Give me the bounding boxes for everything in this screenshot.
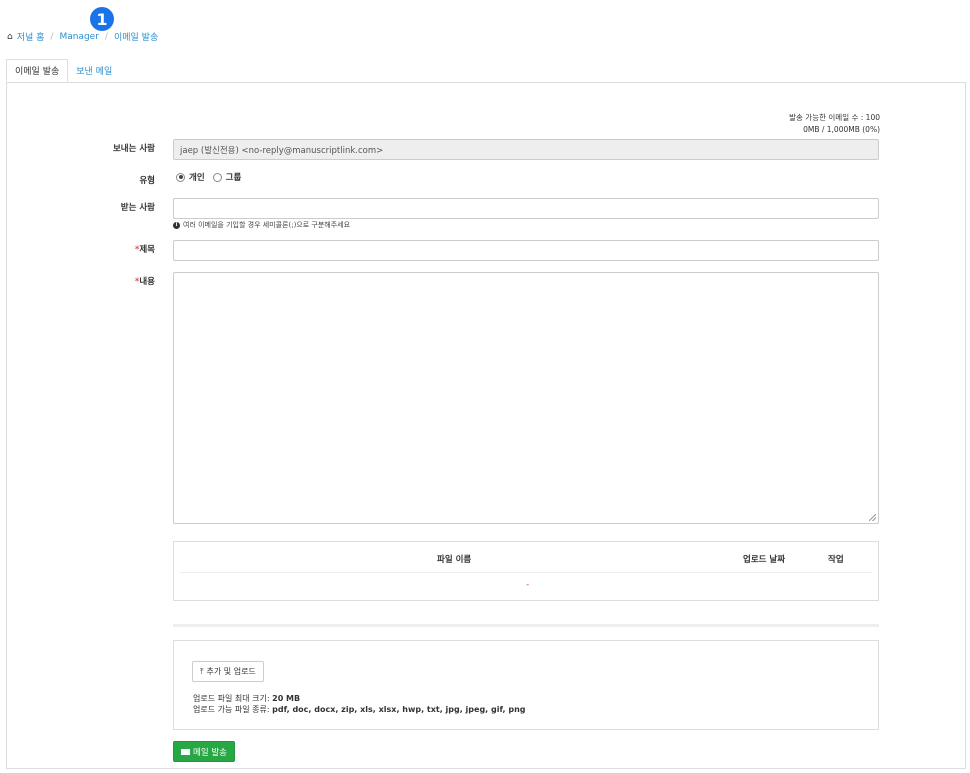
column-file-name: 파일 이름 [437,555,472,565]
subject-input[interactable] [173,240,879,261]
upload-icon: ⤒ [200,666,204,676]
info-icon: i [173,221,180,229]
files-table: 파일 이름 업로드 날짜 작업 - [173,541,879,601]
upload-section: ⤒ 추가 및 업로드 업로드 파일 최대 크기: 20 MB 업로드 가능 파일… [173,640,879,730]
content-label: *내용 [95,275,155,287]
file-types-value: pdf, doc, docx, zip, xls, xlsx, hwp, txt… [272,705,526,714]
step-badge: 1 [90,7,114,31]
send-mail-button-label: 메일 발송 [193,747,227,758]
subject-label: *제목 [95,243,155,255]
quota-info: 발송 가능한 이메일 수 : 100 0MB / 1,000MB (0%) [789,112,880,136]
recipient-hint: i 여러 이메일을 기입할 경우 세미콜론(;)으로 구분해주세요 [173,220,350,230]
breadcrumb-current[interactable]: 이메일 발송 [114,30,158,43]
type-option-group[interactable]: 그룹 [226,171,242,183]
tab-bar: 이메일 발송 보낸 메일 [6,59,120,82]
subject-label-text: 제목 [139,245,155,255]
breadcrumb-manager[interactable]: Manager [59,32,98,42]
type-radio-group-option[interactable] [212,172,222,182]
sender-label: 보내는 사람 [112,144,155,154]
upload-info: 업로드 파일 최대 크기: 20 MB 업로드 가능 파일 종류: pdf, d… [193,693,526,715]
recipient-label: 받는 사람 [120,203,155,213]
max-size-label: 업로드 파일 최대 크기: [193,694,270,703]
content-textarea[interactable] [173,272,879,524]
max-size-value: 20 MB [272,694,301,703]
breadcrumb: ⌂ 저널 홈 / Manager / 이메일 발송 [7,30,158,44]
type-radio-individual[interactable] [176,172,185,182]
tab-send-email[interactable]: 이메일 발송 [6,59,69,82]
envelope-icon [181,748,190,755]
send-mail-button[interactable]: 메일 발송 [173,741,235,762]
quota-storage: 0MB / 1,000MB (0%) [803,125,880,134]
section-divider [173,624,879,627]
breadcrumb-separator: / [104,31,108,42]
quota-emails: 발송 가능한 이메일 수 : 100 [789,113,880,122]
sender-field: jaep (발신전용) <no-reply@manuscriptlink.com… [173,139,879,160]
file-types-label: 업로드 가능 파일 종류: [193,705,270,714]
recipient-hint-text: 여러 이메일을 기입할 경우 세미콜론(;)으로 구분해주세요 [183,221,351,229]
empty-files-marker: - [526,580,530,590]
resize-handle-icon[interactable] [869,514,876,521]
files-table-header: 파일 이름 업로드 날짜 작업 [180,542,872,573]
content-label-text: 내용 [139,277,155,287]
column-action: 작업 [828,555,844,565]
add-upload-button[interactable]: ⤒ 추가 및 업로드 [192,661,264,682]
breadcrumb-separator: / [50,31,54,42]
home-icon[interactable]: ⌂ [7,32,13,42]
type-option-individual[interactable]: 개인 [189,171,205,183]
tab-sent-mail[interactable]: 보낸 메일 [68,59,120,82]
type-radio-group: 개인 그룹 [176,171,241,183]
column-upload-date: 업로드 날짜 [743,555,786,565]
recipient-input[interactable] [173,198,879,219]
breadcrumb-home[interactable]: 저널 홈 [17,30,45,43]
type-label: 유형 [139,176,155,186]
add-upload-button-label: 추가 및 업로드 [206,667,256,676]
